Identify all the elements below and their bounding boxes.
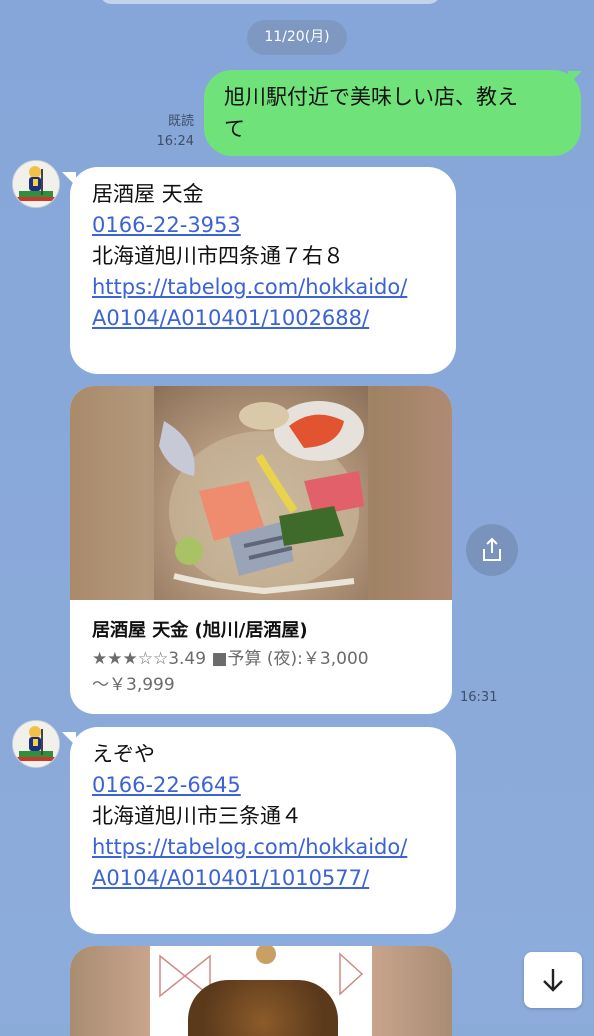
share-button[interactable]: [466, 524, 518, 576]
tabelog-link-2-cont[interactable]: A0104/A010401/1010577/: [92, 863, 434, 894]
sent-message-meta: 既読 16:24: [150, 112, 194, 152]
food-photo: [188, 980, 338, 1036]
phone-link-2[interactable]: 0166-22-6645: [92, 770, 434, 801]
tabelog-link-2[interactable]: https://tabelog.com/hokkaido/: [92, 832, 434, 863]
sent-time: 16:24: [156, 134, 194, 149]
sent-message-bubble[interactable]: 旭川駅付近で美味しい店、教え て: [204, 70, 581, 156]
received-message-bubble-2[interactable]: えぞや 0166-22-6645 北海道旭川市三条通４ https://tabe…: [70, 727, 456, 934]
restaurant-photo-2: [70, 946, 452, 1036]
card-title: 居酒屋 天金 (旭川/居酒屋): [92, 620, 308, 641]
received-message-bubble[interactable]: 居酒屋 天金 0166-22-3953 北海道旭川市四条通７右８ https:/…: [70, 167, 456, 374]
sent-message-text: 旭川駅付近で美味しい店、教え: [224, 85, 518, 109]
link-preview-card-2[interactable]: [70, 946, 452, 1036]
phone-link[interactable]: 0166-22-3953: [92, 210, 434, 241]
received-time: 16:31: [460, 690, 498, 705]
restaurant-photo: [70, 386, 452, 600]
rating-and-budget: ★★★☆☆3.49 ■予算 (夜):￥3,000: [92, 649, 369, 669]
tabelog-link-cont[interactable]: A0104/A010401/1002688/: [92, 303, 434, 334]
restaurant-name: 居酒屋 天金: [92, 182, 204, 206]
scroll-down-button[interactable]: [524, 952, 582, 1008]
previous-message-edge: [100, 0, 440, 4]
share-icon: [483, 537, 501, 561]
tabelog-link[interactable]: https://tabelog.com/hokkaido/: [92, 272, 434, 303]
avatar-image-icon: [13, 721, 59, 767]
restaurant-name-2: えぞや: [92, 742, 155, 766]
chat-area[interactable]: 11/20(月) 既読 16:24 旭川駅付近で美味しい店、教え て 居酒屋 天…: [0, 0, 594, 1036]
sender-avatar-2[interactable]: [12, 720, 60, 768]
arrow-down-icon: [543, 969, 563, 992]
budget-range: ～￥3,999: [92, 675, 175, 695]
avatar-image-icon: [13, 161, 59, 207]
restaurant-address: 北海道旭川市四条通７右８: [92, 244, 344, 268]
restaurant-address-2: 北海道旭川市三条通４: [92, 804, 302, 828]
date-separator: 11/20(月): [247, 20, 347, 55]
sender-avatar[interactable]: [12, 160, 60, 208]
card-description: ★★★☆☆3.49 ■予算 (夜):￥3,000 ～￥3,999: [92, 646, 437, 698]
sent-message-text-cont: て: [224, 117, 245, 141]
sashimi-photo: [154, 386, 368, 600]
read-receipt: 既読: [167, 114, 194, 129]
link-preview-card[interactable]: 居酒屋 天金 (旭川/居酒屋) ★★★☆☆3.49 ■予算 (夜):￥3,000…: [70, 386, 452, 714]
